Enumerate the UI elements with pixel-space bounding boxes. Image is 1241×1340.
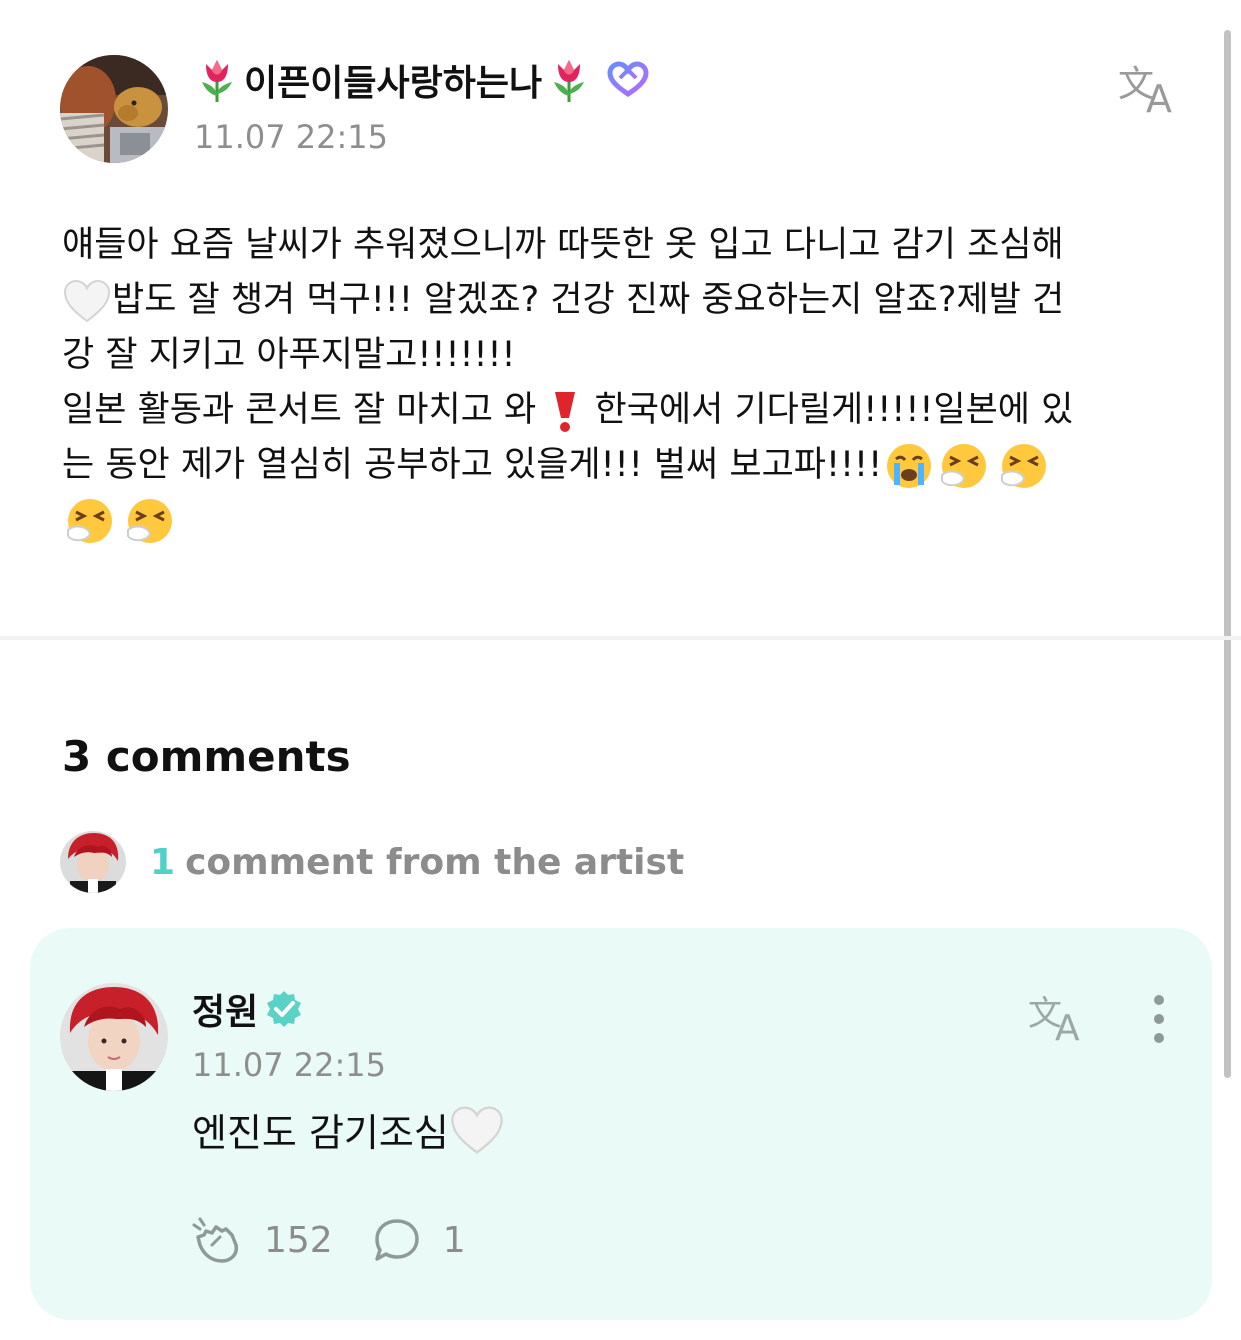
- comment-actions: 152 1: [192, 1212, 504, 1268]
- scrollbar[interactable]: [1224, 30, 1231, 1078]
- comments-count: 3 comments: [62, 732, 351, 781]
- post-timestamp: 11.07 22:15: [194, 118, 388, 156]
- post-body: 얘들아 요즘 날씨가 추워졌으니까 따뜻한 옷 입고 다니고 감기 조심해 밥도…: [62, 218, 1202, 548]
- post-body-line: 일본 활동과 콘서트 잘 마치고 와: [62, 390, 537, 430]
- svg-text:A: A: [1055, 1008, 1080, 1042]
- reply-count: 1: [442, 1219, 466, 1261]
- crying-face-emoji: [887, 444, 932, 488]
- white-heart-emoji: [451, 1105, 503, 1154]
- comment-author-avatar[interactable]: [60, 983, 168, 1091]
- like-count: 152: [264, 1219, 333, 1261]
- white-heart-emoji: [63, 279, 111, 323]
- red-exclamation-emoji: [555, 392, 576, 432]
- sneezing-face-emoji: [67, 499, 112, 543]
- verified-badge-icon: [267, 991, 302, 1027]
- artist-comment-label: 1 comment from the artist: [150, 842, 684, 883]
- post-body-line: 강 잘 지키고 아푸지말고!!!!!!!: [62, 335, 516, 375]
- svg-text:A: A: [1146, 77, 1172, 114]
- artist-avatar: [60, 831, 126, 893]
- tulip-icon: [554, 60, 585, 102]
- sneezing-face-emoji: [127, 499, 172, 543]
- like-clap-icon[interactable]: [192, 1215, 244, 1265]
- artist-comment-count: 1: [150, 841, 176, 883]
- post-body-line: 밥도 잘 챙겨 먹구!!! 알겠죠? 건강 진짜 중요하는지 알죠?제발 건: [112, 280, 1065, 320]
- translate-icon[interactable]: 文 A: [1118, 62, 1184, 114]
- tulip-icon: [202, 60, 232, 102]
- comment-author[interactable]: 정원: [192, 982, 304, 1036]
- post-body-line: 는 동안 제가 열심히 공부하고 있을게!!! 벌써 보고파!!!!: [62, 445, 883, 485]
- comment-text: 엔진도 감기조심: [192, 1111, 449, 1155]
- more-options-icon[interactable]: [1148, 994, 1170, 1044]
- post-author-label: 이픈이들사랑하는나: [244, 63, 543, 104]
- section-divider: [0, 636, 1241, 640]
- post-author-name[interactable]: 이픈이들사랑하는나: [196, 52, 650, 108]
- post-author-avatar[interactable]: [60, 55, 168, 163]
- sneezing-face-emoji: [941, 444, 987, 488]
- comment-author-name: 정원: [192, 992, 259, 1033]
- sneezing-face-emoji: [1001, 444, 1047, 488]
- post-body-line: 한국에서 기다릴게!!!!!일본에 있: [594, 390, 1074, 430]
- artist-comment-text: comment from the artist: [185, 841, 685, 883]
- reply-bubble-icon[interactable]: [371, 1215, 423, 1265]
- comment-body: 엔진도 감기조심: [192, 1102, 505, 1157]
- fan-badge-icon: [607, 61, 649, 98]
- translate-icon[interactable]: 文 A: [1028, 992, 1092, 1042]
- comment-timestamp: 11.07 22:15: [192, 1046, 386, 1084]
- artist-comment-filter[interactable]: 1 comment from the artist: [60, 830, 684, 894]
- post-body-line: 얘들아 요즘 날씨가 추워졌으니까 따뜻한 옷 입고 다니고 감기 조심해: [62, 225, 1064, 265]
- artist-comment-card[interactable]: 정원 11.07 22:15 文 A 엔진도 감기조심 152 1: [30, 928, 1212, 1320]
